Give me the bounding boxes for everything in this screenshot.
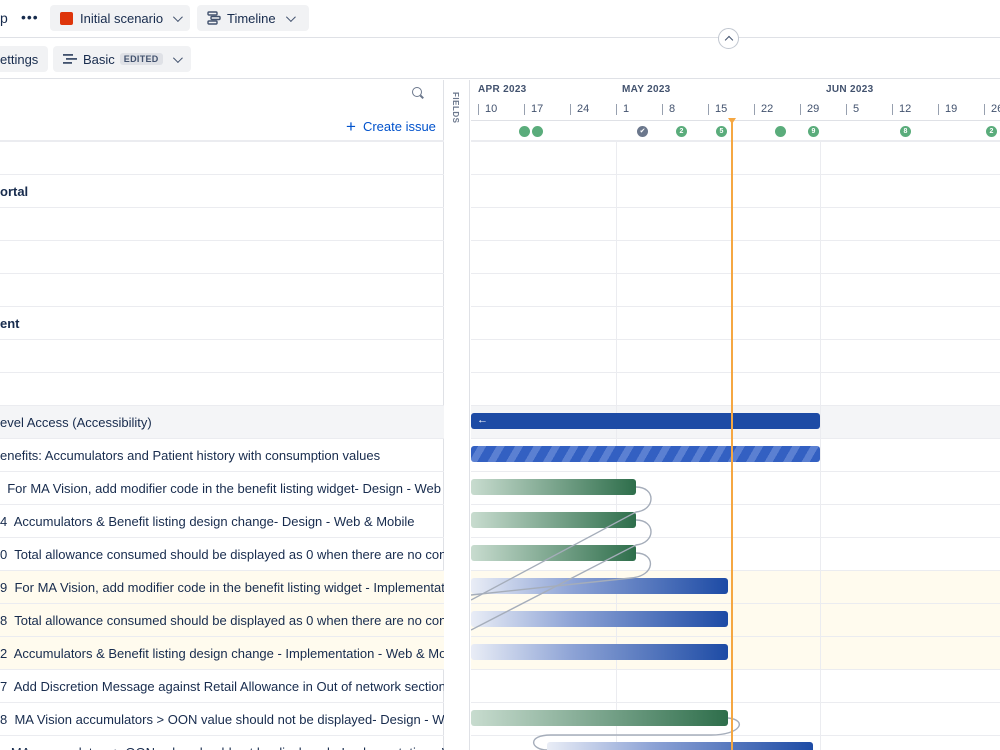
- issue-row[interactable]: enefits: Accumulators and Patient histor…: [0, 439, 444, 472]
- issue-row-label: ent: [0, 315, 20, 331]
- issue-row-label: 7 Add Discretion Message against Retail …: [0, 678, 444, 694]
- view-settings-button[interactable]: ettings: [0, 46, 49, 72]
- today-marker: [728, 118, 736, 750]
- issue-row-label: 4 Accumulators & Benefit listing design …: [0, 513, 415, 529]
- more-actions-button[interactable]: •••: [21, 9, 39, 25]
- issue-row[interactable]: [0, 241, 444, 274]
- issue-row[interactable]: 2 Accumulators & Benefit listing design …: [0, 637, 444, 670]
- collapse-header-button[interactable]: [718, 28, 739, 49]
- issue-row[interactable]: 0 Total allowance consumed should be dis…: [0, 538, 444, 571]
- issue-row-label: 8 MA Vision accumulators > OON value sho…: [0, 711, 444, 727]
- issue-row-label: evel Access (Accessibility): [0, 414, 152, 430]
- scenario-label: Initial scenario: [80, 10, 164, 26]
- timeline-area: APR 2023 MAY 2023 JUN 2023 10 17 24 1 8 15 22 29 5 1…: [471, 80, 1000, 750]
- issue-row[interactable]: MA accumulators > OON value should not b…: [0, 736, 444, 750]
- issue-row[interactable]: [0, 142, 444, 175]
- fields-column[interactable]: FIELDS: [445, 80, 470, 750]
- issue-row[interactable]: ent: [0, 307, 444, 340]
- search-icon[interactable]: [412, 87, 422, 97]
- issue-row[interactable]: [0, 208, 444, 241]
- issue-row[interactable]: [0, 340, 444, 373]
- edited-badge: EDITED: [119, 53, 163, 65]
- scenario-dropdown[interactable]: Initial scenario: [50, 5, 191, 31]
- issue-row-label: enefits: Accumulators and Patient histor…: [0, 447, 381, 463]
- create-issue-button[interactable]: + Create issue: [346, 118, 436, 135]
- top-bar: p ••• Initial scenario Timeline: [0, 0, 1000, 38]
- issue-row[interactable]: 9 For MA Vision, add modifier code in th…: [0, 571, 444, 604]
- scenario-color-icon: [60, 11, 73, 25]
- issue-row-label: 9 For MA Vision, add modifier code in th…: [0, 579, 444, 595]
- view-dropdown[interactable]: Timeline: [197, 5, 309, 31]
- view-label: Timeline: [227, 10, 276, 26]
- chevron-down-icon: [172, 52, 183, 63]
- issue-row[interactable]: [0, 274, 444, 307]
- issue-row[interactable]: 8 Total allowance consumed should be dis…: [0, 604, 444, 637]
- fields-label: FIELDS: [451, 92, 460, 124]
- issue-row-label: 2 Accumulators & Benefit listing design …: [0, 645, 444, 661]
- plus-icon: +: [346, 117, 356, 136]
- list-filter-icon: [63, 54, 77, 64]
- view-toolbar: ettings Basic EDITED: [0, 39, 1000, 79]
- issue-row[interactable]: evel Access (Accessibility): [0, 406, 444, 439]
- issue-row[interactable]: 4 Accumulators & Benefit listing design …: [0, 505, 444, 538]
- issue-list-header: + Create issue: [0, 80, 444, 142]
- chevron-down-icon: [285, 11, 296, 22]
- plan-title: p: [0, 10, 8, 26]
- issue-row-label: For MA Vision, add modifier code in the …: [0, 480, 444, 496]
- issue-list-panel: + Create issue ortal ent evel Access (Acce…: [0, 80, 444, 750]
- basic-view-dropdown[interactable]: Basic EDITED: [53, 46, 191, 72]
- issue-row[interactable]: [0, 373, 444, 406]
- issue-row[interactable]: For MA Vision, add modifier code in the …: [0, 472, 444, 505]
- issue-row-label: MA accumulators > OON value should not b…: [0, 745, 444, 750]
- issue-row[interactable]: 8 MA Vision accumulators > OON value sho…: [0, 703, 444, 736]
- chevron-down-icon: [173, 11, 183, 22]
- create-issue-label: Create issue: [362, 119, 436, 134]
- view-settings-label: ettings: [0, 51, 39, 67]
- issue-row-label: 0 Total allowance consumed should be dis…: [0, 546, 444, 562]
- dependency-lines: [471, 486, 740, 750]
- basic-view-label: Basic: [83, 51, 115, 67]
- issue-row[interactable]: 7 Add Discretion Message against Retail …: [0, 670, 444, 703]
- issue-row[interactable]: ortal: [0, 175, 444, 208]
- issue-row-label: 8 Total allowance consumed should be dis…: [0, 612, 444, 628]
- timeline-icon: [207, 11, 221, 25]
- issue-row-label: ortal: [0, 183, 29, 199]
